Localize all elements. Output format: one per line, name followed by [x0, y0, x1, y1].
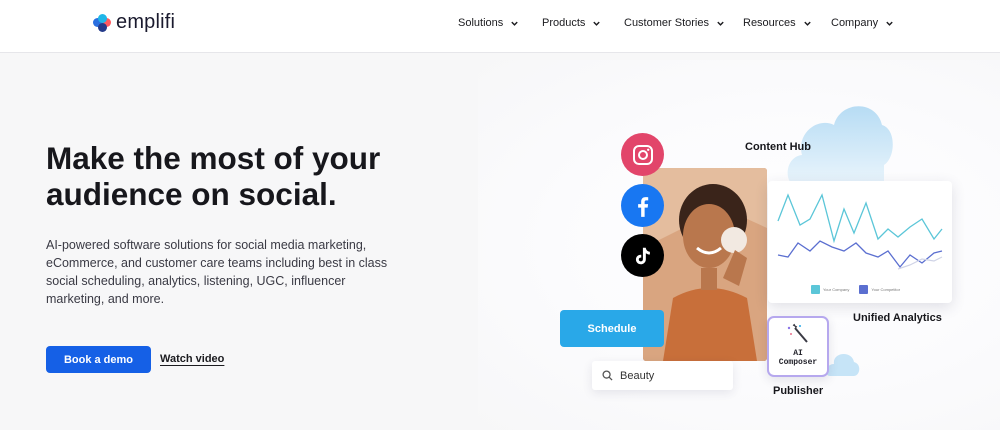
- unified-analytics-label: Unified Analytics: [853, 312, 942, 324]
- nav-label: Solutions: [458, 17, 504, 29]
- cloud-illustration-small: [826, 353, 860, 376]
- ai-composer-line-1: AI: [793, 349, 803, 358]
- tiktok-icon: [621, 234, 664, 277]
- nav-label: Resources: [743, 17, 796, 29]
- search-input[interactable]: [620, 369, 720, 382]
- ai-composer-card[interactable]: AI Composer: [767, 316, 829, 377]
- chart-legend: Your Company Your Competitor: [811, 285, 900, 294]
- legend-item: Your Competitor: [859, 285, 900, 294]
- chart-series-your-company: [777, 193, 943, 244]
- emplifi-logo[interactable]: emplifi: [93, 11, 175, 34]
- search-icon: [602, 370, 613, 381]
- site-header: emplifi Solutions Products Customer Stor…: [0, 0, 1000, 53]
- schedule-button[interactable]: Schedule: [560, 310, 664, 347]
- hero-title-line-1: Make the most of your: [46, 140, 381, 176]
- publisher-label: Publisher: [773, 385, 824, 397]
- nav-solutions[interactable]: Solutions: [458, 17, 519, 29]
- facebook-icon: [621, 184, 664, 227]
- chevron-down-icon: [593, 21, 601, 26]
- ai-composer-label: AI Composer: [769, 349, 827, 367]
- nav-resources[interactable]: Resources: [743, 17, 812, 29]
- brand-name: emplifi: [116, 11, 176, 33]
- chevron-down-icon: [886, 21, 893, 26]
- hero-title-line-2: audience on social.: [46, 176, 337, 212]
- hero-title: Make the most of your audience on social…: [46, 140, 426, 212]
- chart-series-faded: [897, 256, 943, 270]
- legend-swatch: [859, 285, 869, 294]
- chevron-down-icon: [511, 21, 518, 26]
- instagram-icon: [621, 133, 664, 176]
- analytics-line-chart: [777, 193, 943, 270]
- book-demo-button[interactable]: Book a demo: [46, 346, 151, 373]
- content-hub-label: Content Hub: [745, 141, 811, 153]
- nav-company[interactable]: Company: [831, 17, 894, 29]
- nav-label: Company: [831, 17, 879, 29]
- nav-products[interactable]: Products: [542, 17, 601, 29]
- chart-series-your-competitor: [777, 240, 943, 269]
- magic-wand-icon: [787, 323, 808, 343]
- legend-label: Your Company: [823, 287, 850, 292]
- nav-customer-stories[interactable]: Customer Stories: [624, 17, 725, 29]
- watch-video-link[interactable]: Watch video: [160, 353, 224, 365]
- analytics-chart-card: Your Company Your Competitor: [768, 181, 952, 303]
- cloud-illustration: [787, 106, 893, 185]
- nav-label: Products: [542, 17, 586, 29]
- chevron-down-icon: [717, 21, 724, 26]
- hero-description: AI-powered software solutions for social…: [46, 238, 388, 306]
- chevron-down-icon: [803, 21, 811, 26]
- emplifi-logo-icon: [93, 13, 111, 32]
- ai-composer-line-2: Composer: [778, 358, 818, 367]
- search-box[interactable]: [592, 361, 733, 390]
- legend-swatch: [811, 285, 820, 294]
- legend-item: Your Company: [811, 285, 849, 294]
- legend-label: Your Competitor: [871, 287, 901, 292]
- nav-label: Customer Stories: [624, 17, 709, 29]
